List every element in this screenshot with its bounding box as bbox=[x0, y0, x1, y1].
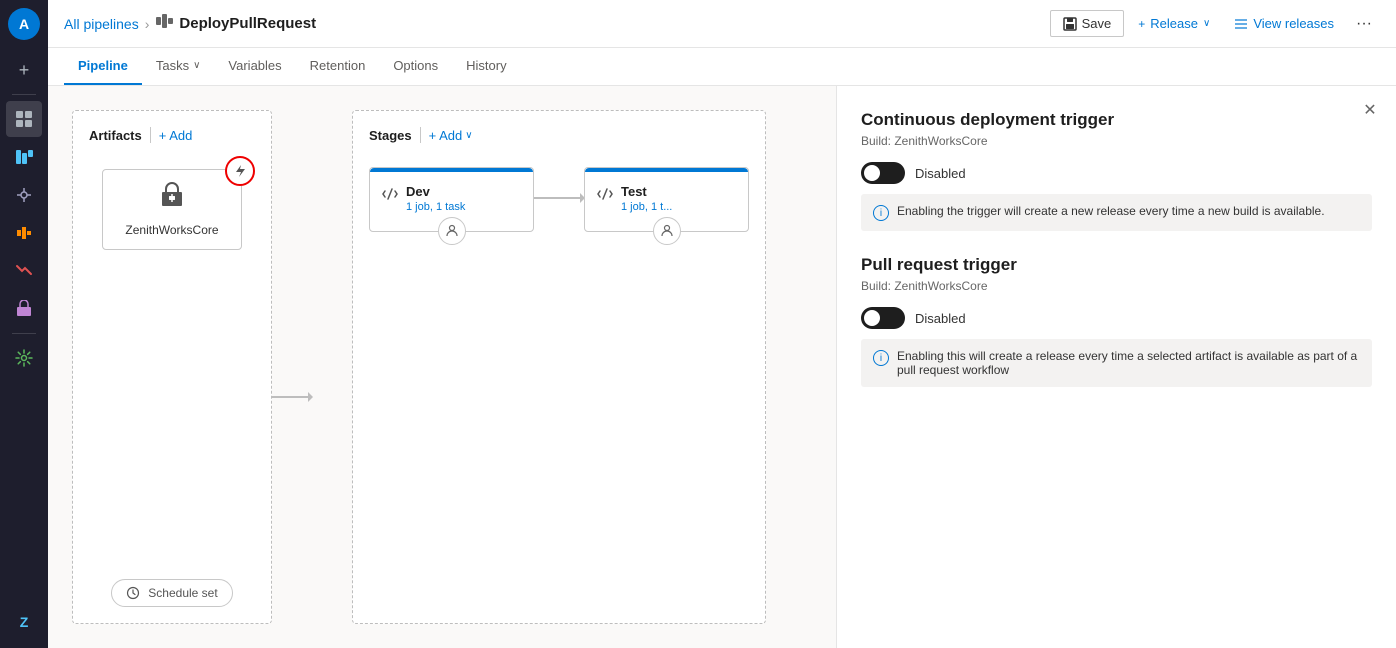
stages-add-chevron: ∨ bbox=[465, 130, 472, 141]
view-releases-button[interactable]: View releases bbox=[1224, 11, 1344, 36]
schedule-item[interactable]: Schedule set bbox=[111, 579, 232, 607]
test-stage-info: 1 job, 1 t... bbox=[621, 201, 672, 213]
pr-toggle[interactable] bbox=[861, 307, 905, 329]
cd-toggle-row: Disabled bbox=[861, 162, 1372, 184]
test-stage-card[interactable]: Test 1 job, 1 t... bbox=[584, 167, 749, 232]
cd-info-text: Enabling the trigger will create a new r… bbox=[897, 204, 1325, 221]
cd-trigger-title: Continuous deployment trigger bbox=[861, 110, 1372, 130]
cd-info-box: i Enabling the trigger will create a new… bbox=[861, 194, 1372, 231]
artifacts-title: Artifacts bbox=[89, 128, 142, 143]
tab-pipeline[interactable]: Pipeline bbox=[64, 48, 142, 85]
save-button[interactable]: Save bbox=[1050, 10, 1125, 37]
pr-info-box: i Enabling this will create a release ev… bbox=[861, 339, 1372, 387]
plus-icon[interactable]: + bbox=[6, 52, 42, 88]
test-stage-wrapper: Test 1 job, 1 t... bbox=[584, 167, 749, 252]
artifacts-add-button[interactable]: + Add bbox=[159, 128, 193, 143]
dev-stage-person-button[interactable] bbox=[438, 217, 466, 245]
pr-toggle-label: Disabled bbox=[915, 311, 966, 326]
pipeline-canvas: Artifacts + Add bbox=[48, 86, 836, 648]
tab-retention[interactable]: Retention bbox=[296, 48, 380, 85]
sidebar-divider-2 bbox=[12, 333, 36, 334]
pr-trigger-section: Pull request trigger Build: ZenithWorksC… bbox=[861, 255, 1372, 387]
schedule-label: Schedule set bbox=[148, 586, 217, 600]
artifact-name: ZenithWorksCore bbox=[125, 223, 218, 237]
artifacts-section: Artifacts + Add bbox=[72, 110, 272, 624]
overview-icon[interactable] bbox=[6, 101, 42, 137]
topbar-actions: Save + Release ∨ View releases ··· bbox=[1050, 10, 1380, 38]
dev-stage-header: Dev 1 job, 1 task bbox=[382, 184, 521, 213]
settings-icon[interactable] bbox=[6, 340, 42, 376]
pr-build-label: Build: ZenithWorksCore bbox=[861, 279, 1372, 293]
boards-icon[interactable] bbox=[6, 139, 42, 175]
artifacts-header-divider bbox=[150, 127, 151, 143]
cd-trigger-section: Continuous deployment trigger Build: Zen… bbox=[861, 110, 1372, 231]
test-stage-name: Test bbox=[621, 184, 672, 199]
artifacts-header: Artifacts + Add bbox=[89, 127, 255, 143]
stages-title: Stages bbox=[369, 128, 412, 143]
canvas-area: Artifacts + Add bbox=[48, 86, 1396, 648]
test-stage-person-button[interactable] bbox=[653, 217, 681, 245]
repos-icon[interactable] bbox=[6, 177, 42, 213]
test-stage-header: Test 1 job, 1 t... bbox=[597, 184, 736, 213]
tasks-chevron-icon: ∨ bbox=[193, 60, 200, 71]
stage-cards-row: Dev 1 job, 1 task bbox=[369, 167, 749, 252]
artifact-icon bbox=[158, 182, 186, 217]
release-button[interactable]: + Release ∨ bbox=[1128, 11, 1220, 36]
artifact-card: ZenithWorksCore bbox=[102, 169, 242, 250]
tab-tasks[interactable]: Tasks ∨ bbox=[142, 48, 215, 85]
lightning-trigger-button[interactable] bbox=[225, 156, 255, 186]
pr-trigger-title: Pull request trigger bbox=[861, 255, 1372, 275]
stages-header-divider bbox=[420, 127, 421, 143]
breadcrumb: All pipelines › DeployPullRequest bbox=[64, 12, 316, 35]
testplans-icon[interactable] bbox=[6, 253, 42, 289]
dev-stage-card[interactable]: Dev 1 job, 1 task bbox=[369, 167, 534, 232]
pipeline-icon bbox=[155, 12, 173, 35]
stages-header: Stages + Add ∨ bbox=[369, 127, 749, 143]
all-pipelines-link[interactable]: All pipelines bbox=[64, 16, 139, 32]
save-label: Save bbox=[1082, 16, 1112, 31]
brand-icon[interactable]: Z bbox=[6, 604, 42, 640]
pr-info-text: Enabling this will create a release ever… bbox=[897, 349, 1360, 377]
tab-history[interactable]: History bbox=[452, 48, 520, 85]
dev-stage-icon bbox=[382, 186, 398, 207]
close-panel-button[interactable]: ✕ bbox=[1356, 96, 1384, 124]
stages-add-button[interactable]: + Add ∨ bbox=[429, 128, 473, 143]
stage-connector bbox=[534, 167, 584, 199]
cd-toggle[interactable] bbox=[861, 162, 905, 184]
nav-tabs: Pipeline Tasks ∨ Variables Retention Opt… bbox=[48, 48, 1396, 86]
release-label: Release bbox=[1150, 16, 1198, 31]
tab-variables[interactable]: Variables bbox=[214, 48, 295, 85]
pipelines-icon[interactable] bbox=[6, 215, 42, 251]
sidebar: A + bbox=[0, 0, 48, 648]
pr-info-icon: i bbox=[873, 350, 889, 366]
dev-stage-name: Dev bbox=[406, 184, 465, 199]
right-panel: ✕ Continuous deployment trigger Build: Z… bbox=[836, 86, 1396, 648]
sidebar-divider bbox=[12, 94, 36, 95]
main-content: All pipelines › DeployPullRequest Save bbox=[48, 0, 1396, 648]
dev-stage-info: 1 job, 1 task bbox=[406, 201, 465, 213]
breadcrumb-separator: › bbox=[145, 16, 150, 32]
tab-options[interactable]: Options bbox=[379, 48, 452, 85]
view-releases-label: View releases bbox=[1253, 16, 1334, 31]
test-stage-icon bbox=[597, 186, 613, 207]
dev-stage-wrapper: Dev 1 job, 1 task bbox=[369, 167, 534, 252]
connector-line bbox=[272, 396, 312, 398]
cd-build-label: Build: ZenithWorksCore bbox=[861, 134, 1372, 148]
pipeline-title: DeployPullRequest bbox=[179, 15, 316, 32]
artifacts-stages-connector bbox=[272, 110, 312, 624]
cd-info-icon: i bbox=[873, 205, 889, 221]
stages-section: Stages + Add ∨ bbox=[352, 110, 766, 624]
stage-connector-line bbox=[534, 197, 584, 199]
cd-toggle-label: Disabled bbox=[915, 166, 966, 181]
pr-toggle-row: Disabled bbox=[861, 307, 1372, 329]
artifacts-icon[interactable] bbox=[6, 291, 42, 327]
topbar: All pipelines › DeployPullRequest Save bbox=[48, 0, 1396, 48]
more-button[interactable]: ··· bbox=[1348, 10, 1380, 38]
avatar[interactable]: A bbox=[8, 8, 40, 40]
